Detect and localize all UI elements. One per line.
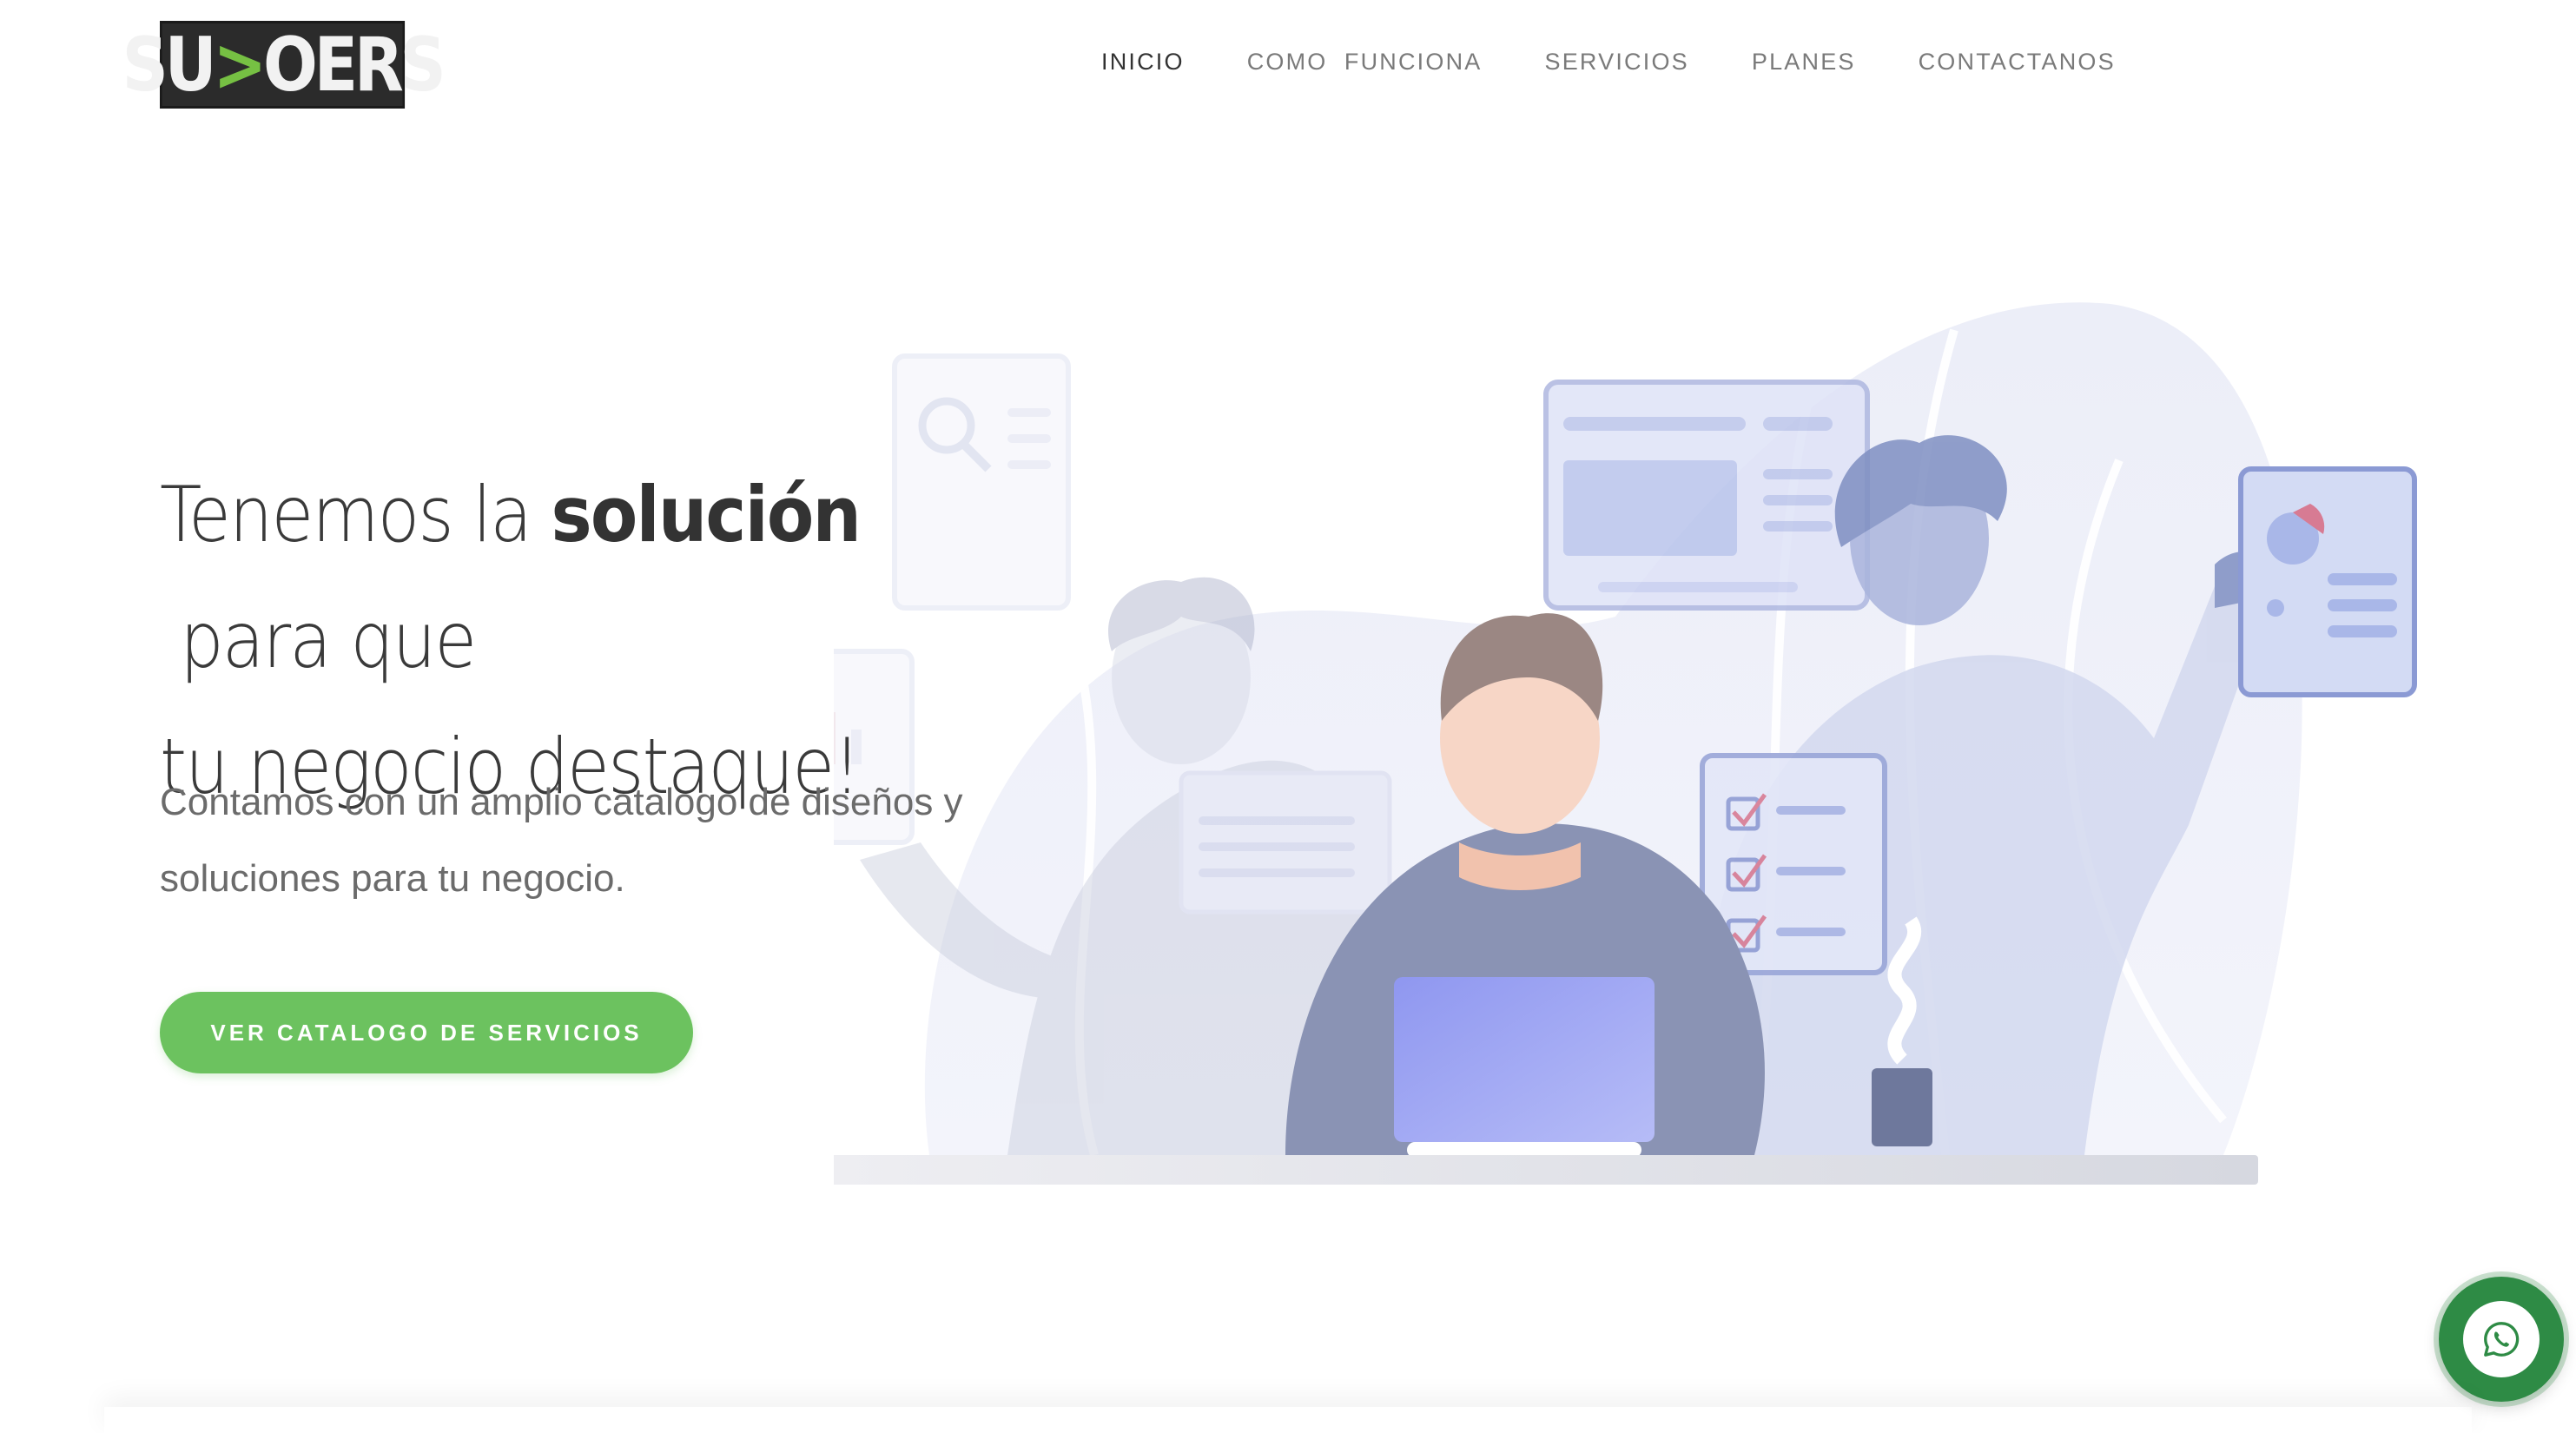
- headline-pre: Tenemos la: [160, 470, 552, 559]
- pie-chart-card: [2238, 466, 2417, 697]
- desk: [834, 1155, 2258, 1185]
- logo-arrow: >: [213, 21, 267, 109]
- main-nav: INICIO COMO FUNCIONA SERVICIOS PLANES CO…: [1101, 49, 2178, 76]
- nav-item-como-funciona[interactable]: COMO FUNCIONA: [1247, 49, 1483, 76]
- nav-item-servicios[interactable]: SERVICIOS: [1545, 49, 1689, 76]
- site-logo[interactable]: SU > OERS: [122, 21, 446, 109]
- nav-item-inicio[interactable]: INICIO: [1101, 49, 1185, 76]
- logo-text-left: SU: [122, 21, 217, 109]
- subtext-line2: soluciones para tu negocio.: [160, 857, 625, 900]
- hero-subtext: Contamos con un amplio catalogo de diseñ…: [160, 764, 1115, 917]
- catalog-button[interactable]: VER CATALOGO DE SERVICIOS: [160, 992, 693, 1073]
- whatsapp-icon-wrapper: [2463, 1301, 2540, 1377]
- nav-item-planes[interactable]: PLANES: [1752, 49, 1856, 76]
- hero-illustration: [834, 302, 2417, 1185]
- section-divider: [104, 1407, 2472, 1433]
- headline-bold: solución: [551, 470, 862, 559]
- headline-post: para que: [160, 596, 477, 685]
- whatsapp-button[interactable]: [2439, 1277, 2564, 1402]
- subtext-line1: Contamos con un amplio catalogo de diseñ…: [160, 781, 963, 823]
- logo-text-right: OERS: [263, 21, 446, 109]
- nav-item-contactanos[interactable]: CONTACTANOS: [1919, 49, 2116, 76]
- whatsapp-icon: [2484, 1322, 2520, 1357]
- dashboard-card: [1543, 380, 1870, 611]
